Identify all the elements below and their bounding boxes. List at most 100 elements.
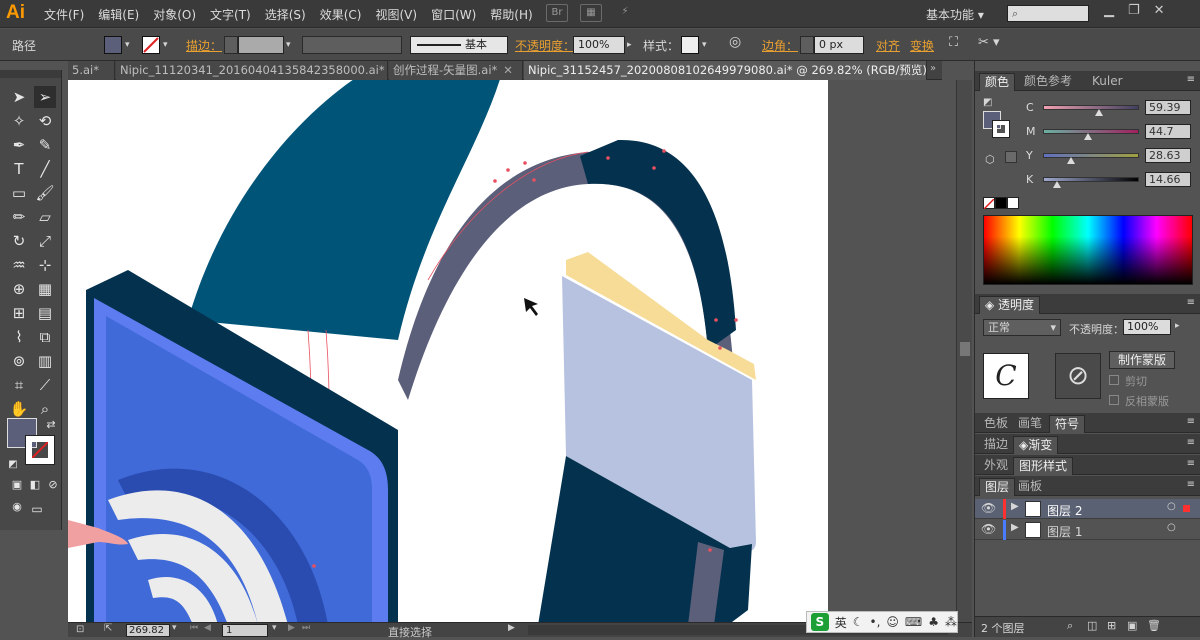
zoom-dropdown-arrow[interactable]: ▾ — [172, 623, 177, 633]
tab-transparency[interactable]: ◈ 透明度 — [979, 296, 1041, 314]
rotate-tool-icon[interactable]: ↻ — [8, 230, 30, 252]
expand-arrow-icon[interactable]: ▶ — [1011, 522, 1019, 533]
blend-tool-icon[interactable]: ⧉ — [34, 326, 56, 348]
skin-icon[interactable]: ♣ — [928, 615, 939, 629]
menu-type[interactable]: 文字(T) — [210, 6, 251, 23]
tab-brushes[interactable]: 画笔 — [1013, 415, 1047, 433]
last-page-icon[interactable]: ⏭ — [302, 623, 310, 633]
channel-c-value[interactable]: 59.39 — [1145, 100, 1191, 115]
gpu-icon[interactable]: ⚡ — [614, 4, 636, 22]
tab-gradient[interactable]: ◈渐变 — [1013, 436, 1059, 454]
corner-stepper[interactable] — [800, 36, 814, 54]
gradient-tool-icon[interactable]: ▤ — [34, 302, 56, 324]
eraser-tool-icon[interactable]: ▱ — [34, 206, 56, 228]
color-spectrum[interactable] — [983, 215, 1193, 285]
minimize-icon[interactable]: ▁ — [1104, 3, 1114, 18]
tab-artboards[interactable]: 画板 — [1013, 478, 1047, 496]
panel-menu-icon[interactable]: ≡ — [1187, 479, 1195, 490]
slice-tool-icon[interactable]: ⟋ — [34, 374, 56, 396]
panel-menu-icon[interactable]: ≡ — [1187, 297, 1195, 308]
locate-object-icon[interactable]: ⌕ — [1067, 619, 1073, 633]
zoom-input[interactable]: 269.82 — [126, 624, 170, 637]
next-page-icon[interactable]: ▶ — [288, 623, 295, 633]
bridge-icon[interactable]: Br — [546, 4, 568, 22]
clipping-mask-icon[interactable]: ◫ — [1087, 619, 1097, 632]
delete-layer-icon[interactable]: 🗑 — [1147, 619, 1161, 632]
selection-indicator[interactable] — [1183, 505, 1190, 512]
search-input[interactable]: ⌕ — [1007, 5, 1089, 22]
transparency-opacity-input[interactable]: 100% — [1123, 319, 1171, 335]
artboard-nav-icon[interactable]: ⊡ — [76, 624, 84, 635]
target-circle-icon[interactable]: ○ — [1167, 501, 1176, 512]
stroke-weight-arrow[interactable]: ▾ — [286, 40, 291, 50]
tab-graphic-styles[interactable]: 图形样式 — [1013, 457, 1074, 475]
eyedropper-tool-icon[interactable]: ⌇ — [8, 326, 30, 348]
direct-selection-tool-icon[interactable]: ➢ — [34, 86, 56, 108]
doc-tab-2[interactable]: Nipic_11120341_20160404135842358000.ai*✕ — [116, 61, 388, 80]
menu-edit[interactable]: 编辑(E) — [98, 6, 139, 23]
vertical-scrollbar[interactable] — [956, 80, 972, 622]
scale-tool-icon[interactable]: ⤢ — [34, 230, 56, 252]
none-swap-icon[interactable]: ◩ — [983, 97, 992, 108]
paintbrush-tool-icon[interactable]: 🖌 — [34, 182, 56, 204]
tab-swatches[interactable]: 色板 — [979, 415, 1013, 433]
screen-mode-icon[interactable]: ▭ — [26, 498, 48, 520]
none-mode-icon[interactable]: ⊘ — [42, 474, 64, 496]
draw-mode-icon[interactable]: ◉ — [6, 496, 28, 518]
channel-k-thumb[interactable] — [1053, 181, 1061, 188]
canvas-area[interactable] — [68, 80, 956, 622]
layer-row-1[interactable]: 👁 ▶ 图层 1 ○ — [975, 520, 1200, 540]
lasso-tool-icon[interactable]: ⟲ — [34, 110, 56, 132]
align-link[interactable]: 对齐 — [876, 37, 900, 54]
panel-menu-icon[interactable]: ≡ — [1187, 458, 1195, 469]
pen-tool-icon[interactable]: ✒ — [8, 134, 30, 156]
cut-path-icon[interactable]: ✂ ▾ — [978, 35, 1000, 50]
stroke-label[interactable]: 描边： — [186, 37, 222, 54]
status-menu-arrow[interactable]: ▶ — [508, 623, 515, 633]
stroke-dropdown-arrow[interactable]: ▾ — [163, 40, 168, 50]
tab-color-guide[interactable]: 颜色参考 — [1019, 73, 1077, 91]
moon-icon[interactable]: ☾ — [853, 615, 864, 629]
line-tool-icon[interactable]: ╱ — [34, 158, 56, 180]
opacity-label[interactable]: 不透明度： — [515, 37, 575, 54]
rectangle-tool-icon[interactable]: ▭ — [8, 182, 30, 204]
ime-toolbar[interactable]: S 英 ☾ •, ☺ ⌨ ♣ ⁂ — [806, 611, 958, 633]
visibility-eye-icon[interactable]: 👁 — [981, 501, 996, 515]
clip-checkbox[interactable] — [1109, 375, 1119, 385]
layer-row-2[interactable]: 👁 ▶ 图层 2 ○ — [975, 499, 1200, 519]
fill-dropdown-arrow[interactable]: ▾ — [125, 40, 130, 50]
prev-page-icon[interactable]: ◀ — [204, 623, 211, 633]
punctuation-icon[interactable]: •, — [869, 615, 880, 629]
perspective-grid-tool-icon[interactable]: ▦ — [34, 278, 56, 300]
mesh-tool-icon[interactable]: ⊞ — [8, 302, 30, 324]
panel-menu-icon[interactable]: ≡ — [1187, 437, 1195, 448]
white-swatch[interactable] — [1007, 197, 1019, 209]
tab-layers[interactable]: 图层 — [979, 478, 1016, 496]
sogou-icon[interactable]: S — [811, 613, 829, 631]
page-input[interactable]: 1 — [222, 624, 268, 637]
doc-tab-1[interactable]: 5.ai* — [68, 61, 115, 80]
menu-file[interactable]: 文件(F) — [44, 6, 84, 23]
default-colors-icon[interactable]: ◩ — [2, 454, 24, 476]
first-page-icon[interactable]: ⏮ — [190, 623, 198, 633]
swap-colors-icon[interactable]: ⇄ — [40, 414, 62, 436]
shape-builder-tool-icon[interactable]: ⊕ — [8, 278, 30, 300]
menu-select[interactable]: 选择(S) — [265, 6, 306, 23]
scroll-thumb[interactable] — [960, 342, 970, 356]
none-color-swatch[interactable] — [983, 197, 995, 210]
graphic-style-arrow[interactable]: ▾ — [702, 40, 707, 50]
close-tab-icon[interactable]: ✕ — [503, 63, 513, 77]
stroke-weight-input[interactable] — [238, 36, 284, 54]
ime-settings-icon[interactable]: ⁂ — [945, 615, 957, 629]
corner-input[interactable]: 0 px — [814, 36, 864, 54]
arrange-documents-icon[interactable]: ▦ — [580, 4, 602, 22]
variable-width-profile[interactable] — [302, 36, 402, 54]
close-icon[interactable]: ✕ — [1154, 3, 1165, 18]
channel-y-thumb[interactable] — [1067, 157, 1075, 164]
opacity-arrow[interactable]: ▸ — [627, 40, 632, 50]
out-of-gamut-icon[interactable]: ⬡ — [985, 153, 995, 166]
invert-mask-checkbox[interactable] — [1109, 395, 1119, 405]
hand-tool-icon[interactable]: ✋ — [8, 398, 30, 420]
more-tabs-icon[interactable]: » — [930, 63, 936, 74]
selection-tool-icon[interactable]: ➤ — [8, 86, 30, 108]
